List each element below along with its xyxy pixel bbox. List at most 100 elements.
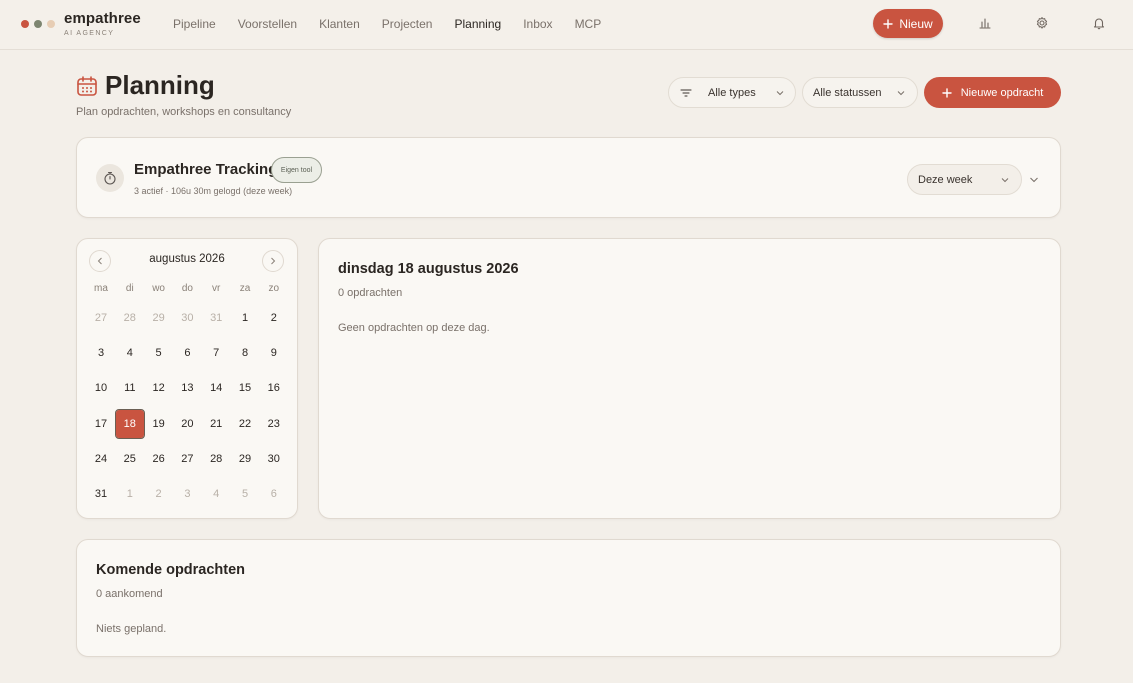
bell-icon[interactable] bbox=[1092, 16, 1106, 30]
eigen-tool-badge: Eigen tool bbox=[271, 157, 322, 183]
plus-icon bbox=[942, 87, 952, 98]
calendar-card: augustus 2026 ma di wo do vr za zo 27 28 29 30 31 1 2… bbox=[76, 238, 298, 519]
expand-chevron-icon[interactable] bbox=[1029, 176, 1039, 184]
dot-beige bbox=[47, 20, 55, 28]
nav-item-mcp[interactable]: MCP bbox=[575, 17, 602, 31]
upcoming-count: 0 aankomend bbox=[96, 588, 163, 600]
status-filter-label: Alle statussen bbox=[813, 86, 882, 99]
calendar-day[interactable]: 2 bbox=[145, 480, 173, 508]
calendar-day[interactable]: 13 bbox=[173, 374, 201, 402]
nav-item-projecten[interactable]: Projecten bbox=[382, 17, 433, 31]
weekday-label: vr bbox=[212, 283, 221, 294]
calendar-day[interactable]: 6 bbox=[173, 339, 201, 367]
brand-name: empathree bbox=[64, 10, 141, 27]
calendar-day[interactable]: 30 bbox=[260, 445, 288, 473]
calendar-day[interactable]: 30 bbox=[173, 304, 201, 332]
day-title: dinsdag 18 augustus 2026 bbox=[338, 261, 519, 277]
plus-icon bbox=[883, 18, 894, 29]
chevron-right-icon bbox=[271, 257, 276, 265]
calendar-day[interactable]: 12 bbox=[145, 374, 173, 402]
calendar-day[interactable]: 23 bbox=[260, 410, 288, 438]
tracking-title: Empathree Tracking bbox=[134, 161, 278, 178]
calendar-day[interactable]: 28 bbox=[202, 445, 230, 473]
nav-item-pipeline[interactable]: Pipeline bbox=[173, 17, 216, 31]
calendar-day[interactable]: 6 bbox=[260, 480, 288, 508]
calendar-day[interactable]: 22 bbox=[231, 410, 259, 438]
upcoming-empty-message: Niets gepland. bbox=[96, 623, 167, 635]
calendar-day[interactable]: 14 bbox=[202, 374, 230, 402]
calendar-day[interactable]: 21 bbox=[202, 410, 230, 438]
new-button-label: Nieuw bbox=[899, 16, 933, 31]
calendar-day[interactable]: 31 bbox=[202, 304, 230, 332]
calendar-day[interactable]: 1 bbox=[116, 480, 144, 508]
calendar-day[interactable]: 3 bbox=[87, 339, 115, 367]
calendar-day[interactable]: 20 bbox=[173, 410, 201, 438]
calendar-icon bbox=[77, 75, 97, 96]
calendar-day[interactable]: 4 bbox=[202, 480, 230, 508]
new-assignment-button[interactable]: Nieuwe opdracht bbox=[924, 77, 1061, 108]
status-filter[interactable]: Alle statussen bbox=[802, 77, 918, 108]
upcoming-title: Komende opdrachten bbox=[96, 562, 246, 578]
calendar-day[interactable]: 15 bbox=[231, 374, 259, 402]
calendar-day[interactable]: 10 bbox=[87, 374, 115, 402]
calendar-day[interactable]: 28 bbox=[116, 304, 144, 332]
calendar-day[interactable]: 5 bbox=[145, 339, 173, 367]
period-select-value: Deze week bbox=[918, 173, 973, 186]
next-month-button[interactable] bbox=[262, 250, 284, 272]
window-dots bbox=[21, 20, 55, 28]
brand-logo[interactable]: empathree AI AGENCY bbox=[64, 10, 141, 37]
calendar-day[interactable]: 24 bbox=[87, 445, 115, 473]
day-detail-card: dinsdag 18 augustus 2026 0 opdrachten Ge… bbox=[318, 238, 1061, 519]
page-title: Planning bbox=[105, 70, 215, 100]
dot-green bbox=[34, 20, 42, 28]
nav-item-voorstellen[interactable]: Voorstellen bbox=[238, 17, 297, 31]
calendar-day[interactable]: 7 bbox=[202, 339, 230, 367]
calendar-day[interactable]: 16 bbox=[260, 374, 288, 402]
calendar-day[interactable]: 11 bbox=[116, 374, 144, 402]
page-header: Planning Plan opdrachten, workshops en c… bbox=[76, 70, 291, 118]
nav-item-inbox[interactable]: Inbox bbox=[523, 17, 552, 31]
new-button[interactable]: Nieuw bbox=[873, 9, 943, 38]
chevron-down-icon bbox=[897, 90, 905, 95]
type-filter[interactable]: Alle types bbox=[668, 77, 796, 108]
day-assignment-count: 0 opdrachten bbox=[338, 287, 403, 299]
calendar-day[interactable]: 19 bbox=[145, 410, 173, 438]
calendar-day-selected[interactable]: 18 bbox=[114, 408, 145, 439]
calendar-day[interactable]: 1 bbox=[231, 304, 259, 332]
chevron-down-icon bbox=[776, 90, 784, 95]
calendar-day[interactable]: 4 bbox=[116, 339, 144, 367]
gear-icon[interactable] bbox=[1035, 16, 1049, 30]
weekday-label: do bbox=[181, 283, 193, 294]
dot-red bbox=[21, 20, 29, 28]
page-subtitle: Plan opdrachten, workshops en consultanc… bbox=[76, 106, 292, 118]
weekday-label: di bbox=[125, 283, 134, 294]
calendar-day[interactable]: 29 bbox=[145, 304, 173, 332]
filter-icon bbox=[680, 88, 692, 97]
day-empty-message: Geen opdrachten op deze dag. bbox=[338, 322, 490, 334]
calendar-day[interactable]: 9 bbox=[260, 339, 288, 367]
tracking-card: Empathree Tracking Eigen tool 3 actief ·… bbox=[76, 137, 1061, 218]
calendar-day[interactable]: 3 bbox=[173, 480, 201, 508]
calendar-day[interactable]: 2 bbox=[260, 304, 288, 332]
nav-item-planning[interactable]: Planning bbox=[454, 17, 501, 31]
calendar-day[interactable]: 26 bbox=[145, 445, 173, 473]
chevron-down-icon bbox=[1001, 177, 1009, 182]
calendar-day[interactable]: 31 bbox=[87, 480, 115, 508]
brand-subtitle: AI AGENCY bbox=[64, 30, 115, 37]
weekday-label: zo bbox=[268, 283, 280, 294]
nav-item-klanten[interactable]: Klanten bbox=[319, 17, 360, 31]
period-select[interactable]: Deze week bbox=[907, 164, 1022, 195]
tracking-summary: 3 actief · 106u 30m gelogd (deze week) bbox=[134, 186, 293, 196]
top-navigation: empathree AI AGENCY Pipeline Voorstellen… bbox=[0, 0, 1133, 50]
upcoming-card: Komende opdrachten 0 aankomend Niets gep… bbox=[76, 539, 1061, 657]
calendar-day[interactable]: 17 bbox=[87, 410, 115, 438]
weekday-label: wo bbox=[152, 283, 165, 294]
chart-icon[interactable] bbox=[978, 16, 992, 30]
calendar-day[interactable]: 8 bbox=[231, 339, 259, 367]
calendar-day[interactable]: 27 bbox=[173, 445, 201, 473]
calendar-day[interactable]: 29 bbox=[231, 445, 259, 473]
calendar-day[interactable]: 25 bbox=[116, 445, 144, 473]
calendar-day[interactable]: 5 bbox=[231, 480, 259, 508]
calendar-day[interactable]: 27 bbox=[87, 304, 115, 332]
weekday-label: ma bbox=[94, 283, 108, 294]
